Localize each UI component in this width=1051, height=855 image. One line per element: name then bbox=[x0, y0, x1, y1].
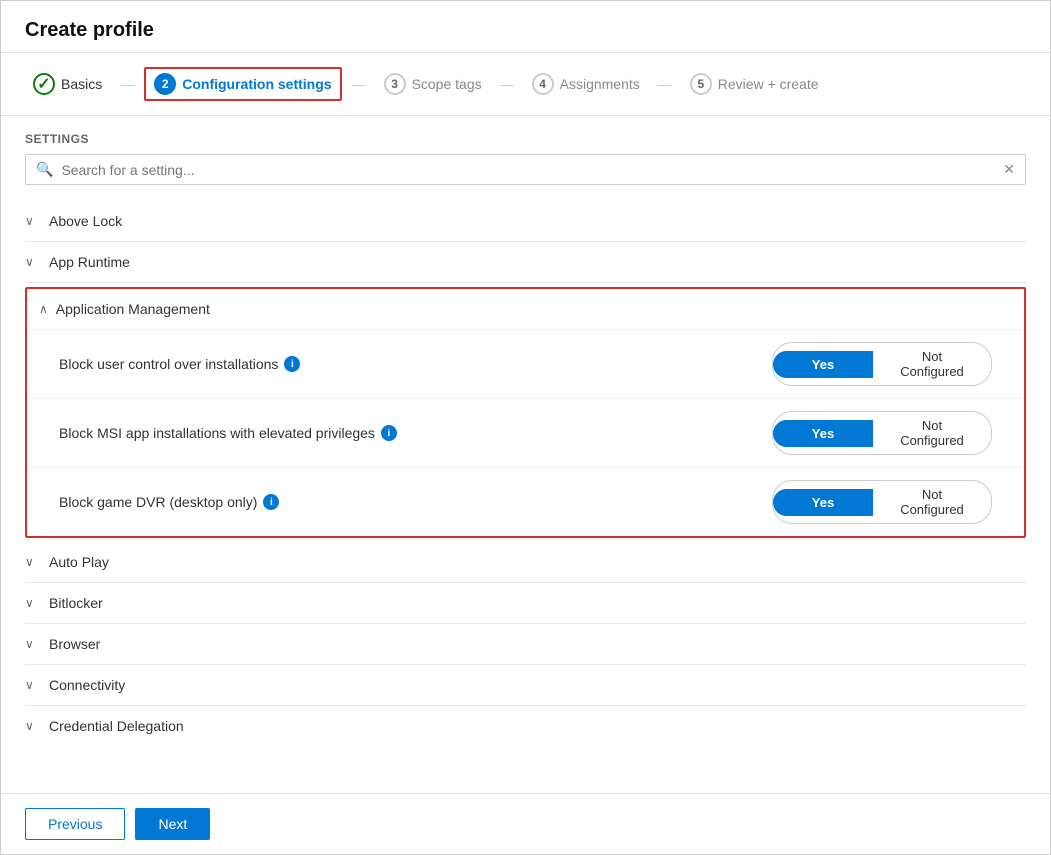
group-app-runtime[interactable]: ∨ App Runtime bbox=[25, 242, 1026, 283]
chevron-down-icon: ∨ bbox=[25, 214, 41, 228]
previous-button[interactable]: Previous bbox=[25, 808, 125, 840]
search-icon: 🔍 bbox=[36, 161, 53, 178]
chevron-down-icon: ∨ bbox=[25, 255, 41, 269]
step-configuration-label: Configuration settings bbox=[182, 76, 331, 92]
info-icon[interactable]: i bbox=[263, 494, 279, 510]
chevron-down-icon: ∨ bbox=[25, 637, 41, 651]
step-configuration-circle: 2 bbox=[154, 73, 176, 95]
group-credential-delegation-label: Credential Delegation bbox=[49, 718, 184, 734]
toggle-block-game-dvr: Yes Not Configured bbox=[772, 480, 992, 524]
setting-block-user-control-label: Block user control over installations bbox=[59, 356, 278, 372]
setting-block-msi: Block MSI app installations with elevate… bbox=[27, 398, 1024, 467]
setting-block-user-control: Block user control over installations i … bbox=[27, 329, 1024, 398]
footer: Previous Next bbox=[1, 793, 1050, 854]
step-review-circle: 5 bbox=[690, 73, 712, 95]
step-basics[interactable]: ✓ Basics bbox=[25, 69, 110, 99]
search-input[interactable] bbox=[61, 162, 995, 178]
group-application-management-header[interactable]: ∧ Application Management bbox=[27, 289, 1024, 329]
group-above-lock[interactable]: ∨ Above Lock bbox=[25, 201, 1026, 242]
chevron-up-icon: ∧ bbox=[39, 302, 48, 316]
step-basics-label: Basics bbox=[61, 76, 102, 92]
chevron-down-icon: ∨ bbox=[25, 555, 41, 569]
settings-section-title: SETTINGS bbox=[25, 116, 1026, 154]
toggle-yes-button[interactable]: Yes bbox=[773, 489, 873, 516]
step-review[interactable]: 5 Review + create bbox=[682, 69, 827, 99]
info-icon[interactable]: i bbox=[381, 425, 397, 441]
chevron-down-icon: ∨ bbox=[25, 678, 41, 692]
toggle-yes-button[interactable]: Yes bbox=[773, 351, 873, 378]
group-app-runtime-label: App Runtime bbox=[49, 254, 130, 270]
setting-block-game-dvr-label: Block game DVR (desktop only) bbox=[59, 494, 257, 510]
toggle-block-user-control: Yes Not Configured bbox=[772, 342, 992, 386]
step-assignments[interactable]: 4 Assignments bbox=[524, 69, 648, 99]
chevron-down-icon: ∨ bbox=[25, 596, 41, 610]
group-bitlocker-label: Bitlocker bbox=[49, 595, 103, 611]
step-scope-label: Scope tags bbox=[412, 76, 482, 92]
group-above-lock-label: Above Lock bbox=[49, 213, 122, 229]
step-basics-circle: ✓ bbox=[33, 73, 55, 95]
step-scope[interactable]: 3 Scope tags bbox=[376, 69, 490, 99]
step-assignments-circle: 4 bbox=[532, 73, 554, 95]
group-application-management-label: Application Management bbox=[56, 301, 210, 317]
group-bitlocker[interactable]: ∨ Bitlocker bbox=[25, 583, 1026, 624]
page-title: Create profile bbox=[1, 1, 1050, 53]
step-configuration[interactable]: 2 Configuration settings bbox=[144, 67, 341, 101]
group-browser[interactable]: ∨ Browser bbox=[25, 624, 1026, 665]
toggle-not-configured-button[interactable]: Not Configured bbox=[873, 481, 991, 523]
group-connectivity-label: Connectivity bbox=[49, 677, 125, 693]
setting-block-game-dvr: Block game DVR (desktop only) i Yes Not … bbox=[27, 467, 1024, 536]
group-auto-play-label: Auto Play bbox=[49, 554, 109, 570]
group-connectivity[interactable]: ∨ Connectivity bbox=[25, 665, 1026, 706]
toggle-block-msi: Yes Not Configured bbox=[772, 411, 992, 455]
toggle-yes-button[interactable]: Yes bbox=[773, 420, 873, 447]
chevron-down-icon: ∨ bbox=[25, 719, 41, 733]
info-icon[interactable]: i bbox=[284, 356, 300, 372]
clear-icon[interactable]: ✕ bbox=[1003, 161, 1015, 178]
group-browser-label: Browser bbox=[49, 636, 100, 652]
next-button[interactable]: Next bbox=[135, 808, 210, 840]
group-auto-play[interactable]: ∨ Auto Play bbox=[25, 542, 1026, 583]
group-application-management: ∧ Application Management Block user cont… bbox=[25, 287, 1026, 538]
search-bar: 🔍 ✕ bbox=[25, 154, 1026, 185]
group-credential-delegation[interactable]: ∨ Credential Delegation bbox=[25, 706, 1026, 746]
steps-bar: ✓ Basics — 2 Configuration settings — 3 … bbox=[1, 53, 1050, 116]
setting-block-msi-label: Block MSI app installations with elevate… bbox=[59, 425, 375, 441]
toggle-not-configured-button[interactable]: Not Configured bbox=[873, 412, 991, 454]
step-review-label: Review + create bbox=[718, 76, 819, 92]
toggle-not-configured-button[interactable]: Not Configured bbox=[873, 343, 991, 385]
step-assignments-label: Assignments bbox=[560, 76, 640, 92]
settings-content: SETTINGS 🔍 ✕ ∨ Above Lock ∨ App Runtime … bbox=[1, 116, 1050, 793]
step-scope-circle: 3 bbox=[384, 73, 406, 95]
